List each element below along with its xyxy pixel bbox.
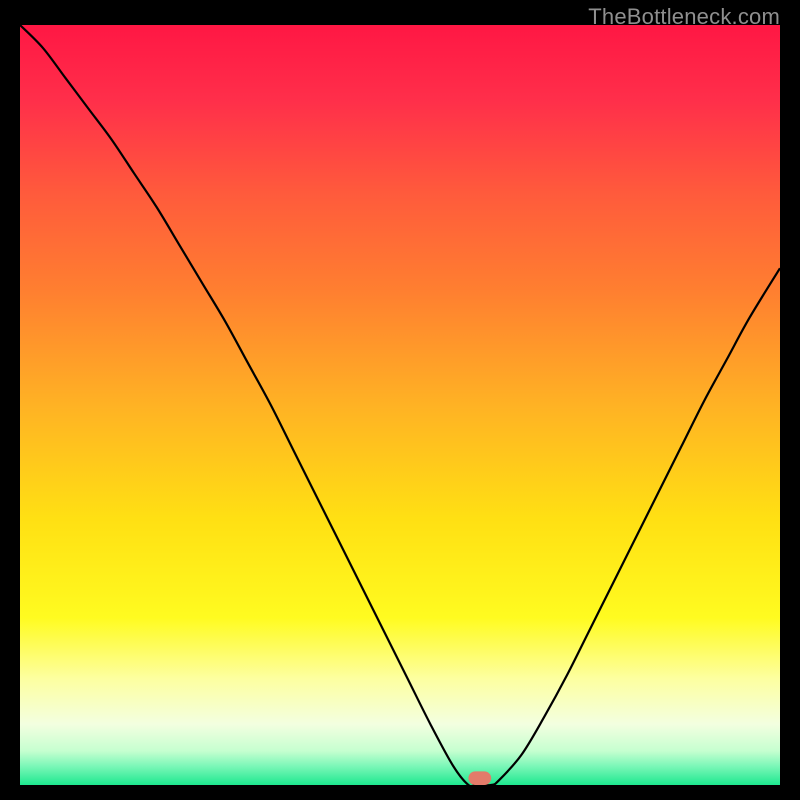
- chart-plot-area: [20, 25, 780, 785]
- gradient-background: [20, 25, 780, 785]
- chart-svg: [20, 25, 780, 785]
- optimal-marker: [468, 771, 491, 785]
